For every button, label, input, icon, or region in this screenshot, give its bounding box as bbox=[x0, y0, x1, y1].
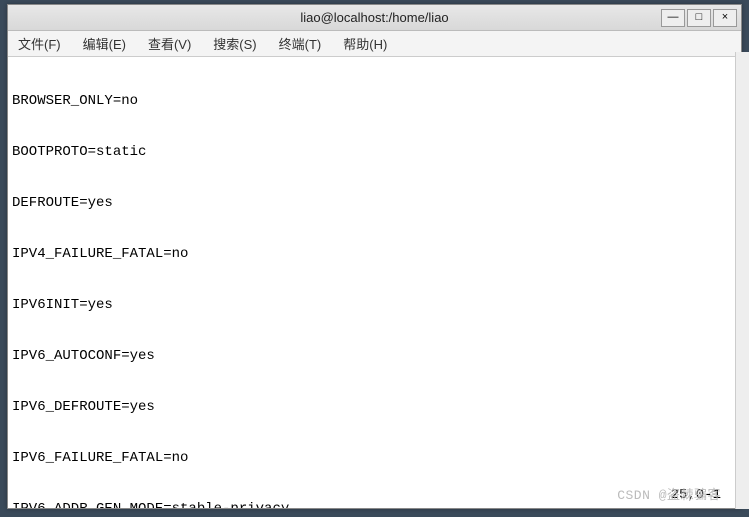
config-line: BROWSER_ONLY=no bbox=[12, 93, 737, 110]
terminal-area[interactable]: BROWSER_ONLY=no BOOTPROTO=static DEFROUT… bbox=[8, 57, 741, 508]
terminal-window: liao@localhost:/home/liao — □ × 文件(F) 编辑… bbox=[7, 4, 742, 509]
titlebar: liao@localhost:/home/liao — □ × bbox=[8, 5, 741, 31]
window-title: liao@localhost:/home/liao bbox=[8, 10, 741, 25]
config-line: IPV6_FAILURE_FATAL=no bbox=[12, 450, 737, 467]
config-line: IPV6_AUTOCONF=yes bbox=[12, 348, 737, 365]
config-line: IPV6INIT=yes bbox=[12, 297, 737, 314]
menu-search[interactable]: 搜索(S) bbox=[209, 32, 260, 55]
close-button[interactable]: × bbox=[713, 9, 737, 27]
menu-file[interactable]: 文件(F) bbox=[14, 32, 65, 55]
menu-edit[interactable]: 编辑(E) bbox=[79, 32, 130, 55]
menu-terminal[interactable]: 终端(T) bbox=[275, 32, 326, 55]
config-line: DEFROUTE=yes bbox=[12, 195, 737, 212]
maximize-button[interactable]: □ bbox=[687, 9, 711, 27]
minimize-button[interactable]: — bbox=[661, 9, 685, 27]
config-line: IPV4_FAILURE_FATAL=no bbox=[12, 246, 737, 263]
menu-help[interactable]: 帮助(H) bbox=[339, 32, 391, 55]
scrollbar[interactable] bbox=[735, 52, 749, 509]
menu-view[interactable]: 查看(V) bbox=[144, 32, 195, 55]
config-line: BOOTPROTO=static bbox=[12, 144, 737, 161]
watermark-text: CSDN @盗棘骗客 bbox=[617, 487, 721, 504]
window-controls: — □ × bbox=[661, 9, 737, 27]
config-line: IPV6_DEFROUTE=yes bbox=[12, 399, 737, 416]
menubar: 文件(F) 编辑(E) 查看(V) 搜索(S) 终端(T) 帮助(H) bbox=[8, 31, 741, 57]
